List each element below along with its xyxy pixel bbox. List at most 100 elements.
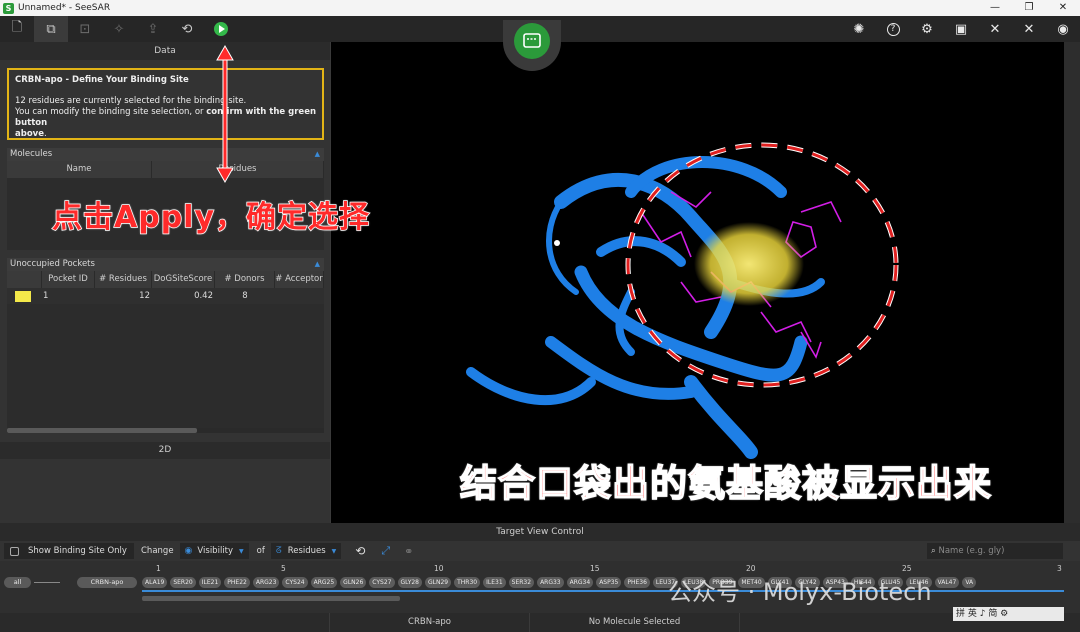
info-line-2: You can modify the binding site selectio… <box>15 107 316 129</box>
chain-connector <box>34 582 60 583</box>
residue-chip[interactable]: ARG23 <box>252 577 280 588</box>
help-glyph: ? <box>886 22 900 36</box>
close-button[interactable]: ✕ <box>1046 0 1080 16</box>
col-num-residues[interactable]: # Residues <box>95 271 152 288</box>
app-logo-icon: S <box>3 2 14 14</box>
visibility-dropdown[interactable]: ◉ Visibility ▼ <box>179 543 249 559</box>
col-pocket-id[interactable]: Pocket ID <box>42 271 95 288</box>
tools-icon[interactable]: ✕ <box>978 16 1012 42</box>
bulb-icon[interactable]: ✺ <box>842 16 876 42</box>
col-residues[interactable]: Residues <box>152 161 324 178</box>
annotation-apply-text: 点击Apply，确定选择 <box>51 199 371 236</box>
table-row[interactable]: 1 12 0.42 8 <box>7 288 324 304</box>
window-title: Unnamed* - SeeSAR <box>18 3 111 13</box>
watermark: 公众号 · Molyx-Biotech <box>668 578 932 606</box>
pocket-color-swatch[interactable] <box>15 290 31 302</box>
link-icon[interactable]: ⚭ <box>404 545 413 558</box>
scrollbar-thumb[interactable] <box>7 428 197 433</box>
molecules-columns: Name Residues <box>7 161 324 178</box>
seq-number: 1 <box>156 564 161 573</box>
residue-chip[interactable]: ASP35 <box>596 577 622 588</box>
show-binding-site-checkbox[interactable]: Show Binding Site Only <box>4 543 134 559</box>
info-line-2a: You can modify the binding site selectio… <box>15 107 207 117</box>
wrench-icon[interactable]: ✕ <box>1012 16 1046 42</box>
residue-chip[interactable]: SER32 <box>508 577 535 588</box>
3d-viewer[interactable] <box>331 42 1064 523</box>
pockets-columns: Pocket ID # Residues DoGSiteScore # Dono… <box>7 271 324 288</box>
residue-chip[interactable]: SER20 <box>170 577 196 588</box>
pockets-scrollbar[interactable] <box>7 428 324 433</box>
residue-chip[interactable]: PHE36 <box>624 577 650 588</box>
col-donors[interactable]: # Donors <box>215 271 275 288</box>
inspector-icon[interactable]: ⊡ <box>68 16 102 42</box>
minimize-button[interactable]: — <box>978 0 1012 16</box>
monitor-icon[interactable]: ▣ <box>944 16 978 42</box>
status-bar: CRBN-apo No Molecule Selected <box>0 613 1080 632</box>
binding-site-mode-badge[interactable] <box>503 20 561 72</box>
residue-chip[interactable]: ILE31 <box>483 577 506 588</box>
molecules-header[interactable]: Molecules ▲ <box>7 148 324 161</box>
residue-chip[interactable]: THR30 <box>454 577 481 588</box>
maximize-button[interactable]: ❐ <box>1012 0 1046 16</box>
residue-chip[interactable]: VA <box>962 577 977 588</box>
residue-chip[interactable]: GLN26 <box>340 577 367 588</box>
change-label: Change <box>141 546 174 556</box>
info-line-3: above. <box>15 129 316 140</box>
col-acceptors[interactable]: # Acceptor <box>275 271 324 288</box>
residue-chip[interactable]: ALA19 <box>142 577 168 588</box>
binding-site-info-box: CRBN-apo - Define Your Binding Site 12 r… <box>7 68 324 140</box>
residue-chip[interactable]: ILE21 <box>198 577 222 588</box>
status-molecule: No Molecule Selected <box>530 613 740 632</box>
eye-icon[interactable]: ◉ <box>1046 16 1080 42</box>
col-name[interactable]: Name <box>7 161 152 178</box>
reset-icon[interactable]: ⟲ <box>170 16 204 42</box>
target-view-controls: Show Binding Site Only Change ◉ Visibili… <box>0 541 1080 561</box>
residue-chip[interactable]: ARG25 <box>310 577 338 588</box>
residue-chip[interactable]: GLN29 <box>425 577 452 588</box>
residue-chip[interactable]: CYS27 <box>369 577 395 588</box>
annotation-arrow <box>216 44 234 184</box>
seq-number: 3 <box>1057 564 1062 573</box>
export-icon[interactable]: ⇪ <box>136 16 170 42</box>
residue-search-input[interactable]: ⌕ Name (e.g. gly) <box>927 543 1063 559</box>
residue-chip[interactable]: PHE22 <box>224 577 250 588</box>
apply-button[interactable] <box>204 16 238 42</box>
chevron-down-icon: ▼ <box>331 547 337 555</box>
eye-icon: ◉ <box>184 546 193 556</box>
document-icon[interactable]: 🗋 <box>0 16 34 42</box>
residue-chip[interactable]: VAL47 <box>934 577 960 588</box>
search-placeholder: Name (e.g. gly) <box>938 546 1005 556</box>
col-dogsitescore[interactable]: DoGSiteScore <box>152 271 215 288</box>
binding-site-icon[interactable]: ⧉ <box>34 16 68 42</box>
settings-icon[interactable]: ⚙ <box>910 16 944 42</box>
ime-toolbar[interactable]: 拼 英 ♪ 简 ⚙ <box>953 607 1064 621</box>
pocket-residues: 12 <box>139 291 150 301</box>
residue-chip[interactable]: GLY28 <box>397 577 422 588</box>
panel-2d-header[interactable]: 2D <box>0 442 330 459</box>
protein-render <box>466 142 899 459</box>
reset-view-icon[interactable]: ⟲ <box>355 544 365 558</box>
title-bar: S Unnamed* - SeeSAR — ❐ ✕ <box>0 0 1080 16</box>
seq-number: 15 <box>590 564 600 573</box>
pin-icon[interactable]: ✧ <box>102 16 136 42</box>
protein-ribbon <box>466 156 825 459</box>
residue-chip[interactable]: CYS24 <box>282 577 308 588</box>
play-icon <box>214 22 228 36</box>
pockets-title: Unoccupied Pockets <box>10 259 95 269</box>
residue-chip[interactable]: ARG33 <box>537 577 564 588</box>
pockets-header[interactable]: Unoccupied Pockets ▲ <box>7 258 324 271</box>
expand-icon[interactable]: ⤢ <box>381 544 390 558</box>
status-left <box>0 613 330 632</box>
pocket-score: 0.42 <box>194 291 213 301</box>
pocket-volume-blob <box>694 222 804 306</box>
residue-chip[interactable]: ARG34 <box>566 577 594 588</box>
collapse-caret-icon[interactable]: ▲ <box>315 148 320 161</box>
help-icon[interactable]: ? <box>876 16 910 42</box>
sequence-scrollbar[interactable] <box>142 596 400 601</box>
collapse-caret-icon[interactable]: ▲ <box>315 258 320 271</box>
all-chains-button[interactable]: all <box>4 577 31 588</box>
visibility-value: Visibility <box>197 546 234 556</box>
checkbox-box[interactable] <box>10 546 19 556</box>
chain-button[interactable]: CRBN-apo <box>77 577 137 588</box>
residues-dropdown[interactable]: ᘔ Residues ▼ <box>270 543 342 559</box>
